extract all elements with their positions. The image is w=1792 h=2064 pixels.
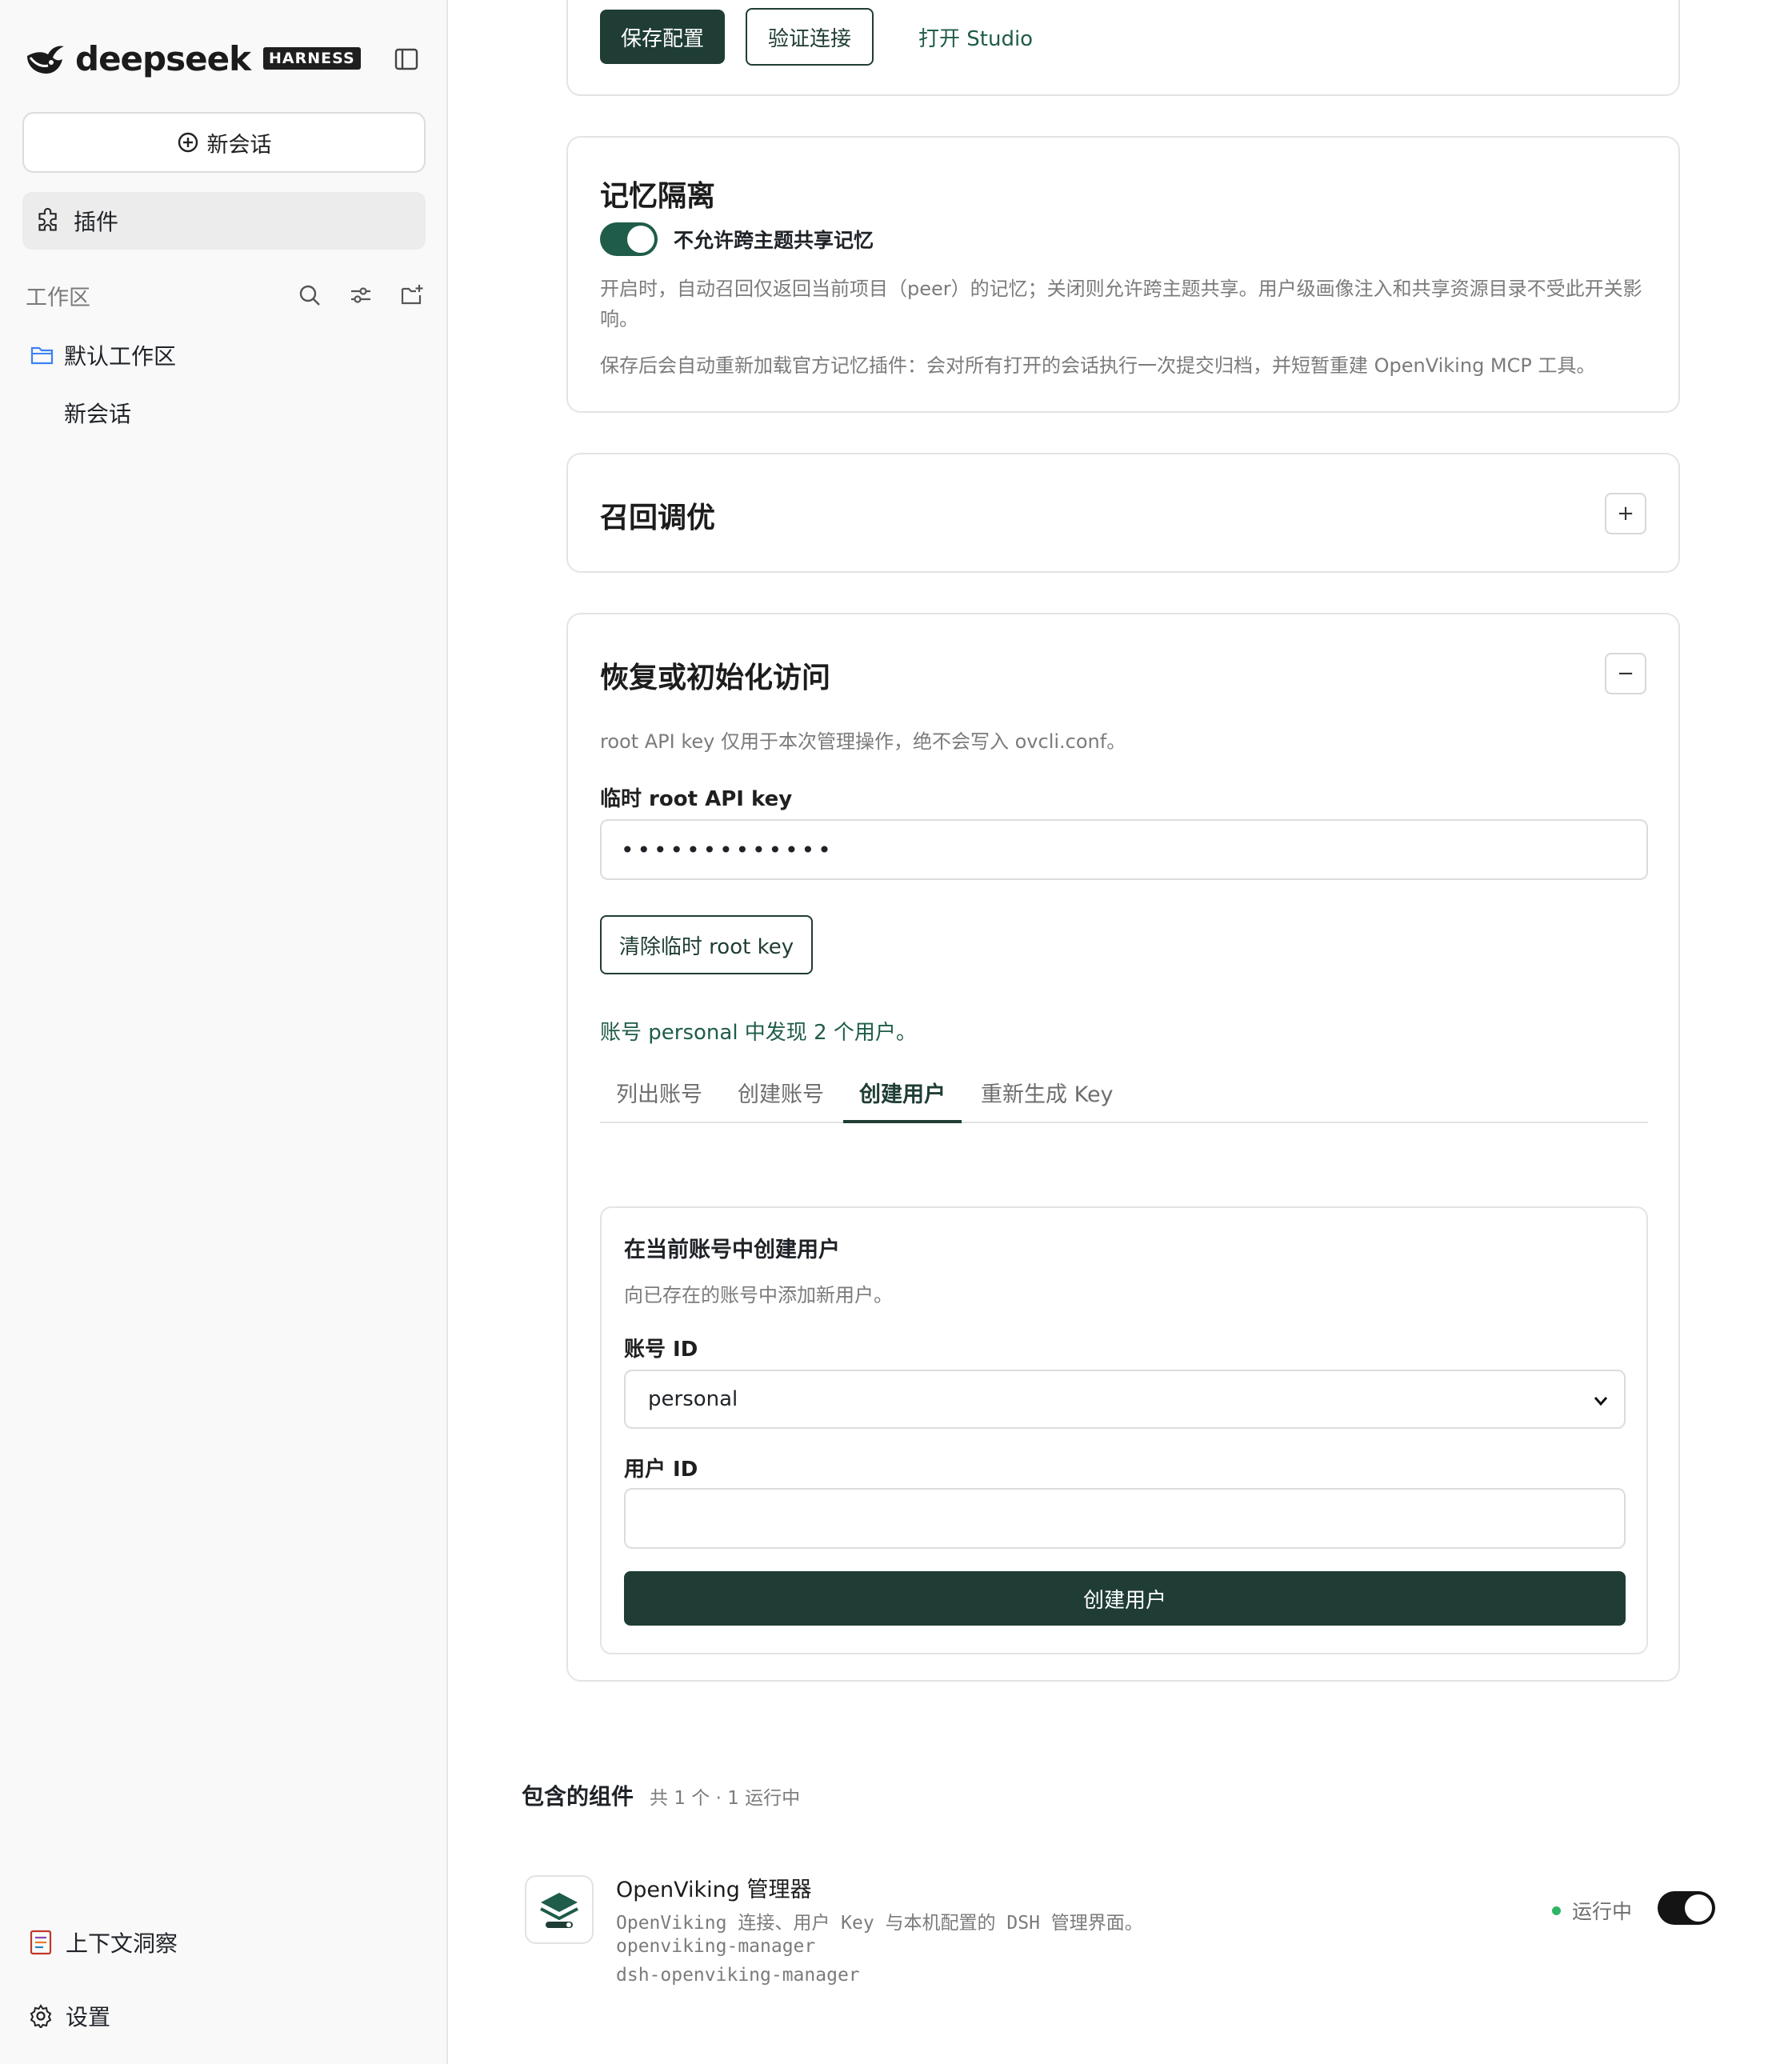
sidebar: deepseek HARNESS 新会话 插件 工作区 默认工作区 新会话 上下… [0, 0, 448, 2064]
workspace-new-folder-button[interactable] [398, 282, 426, 309]
workspace-search-button[interactable] [296, 282, 323, 309]
workspace-header: 工作区 [26, 277, 426, 314]
folder-icon [30, 346, 54, 365]
whale-logo-icon [27, 46, 64, 74]
create-user-submit-button[interactable]: 创建用户 [624, 1571, 1626, 1626]
memory-reload-note: 保存后会自动重新加载官方记忆插件：会对所有打开的会话执行一次提交归档，并短暂重建… [600, 354, 1596, 377]
components-header: 包含的组件 共 1 个 · 1 运行中 [522, 1779, 800, 1811]
component-description: OpenViking 连接、用户 Key 与本机配置的 DSH 管理界面。 [616, 1913, 1143, 1934]
memory-toggle-label: 不允许跨主题共享记忆 [674, 229, 874, 252]
root-key-label: 临时 root API key [600, 787, 793, 811]
status-dot [1552, 1906, 1561, 1915]
component-id: openviking-manager [616, 1936, 816, 1957]
workspace-title: 工作区 [26, 285, 90, 310]
memory-isolation-card: 记忆隔离 不允许跨主题共享记忆 开启时，自动召回仅返回当前项目（peer）的记忆… [566, 136, 1680, 413]
context-report-icon [30, 1930, 52, 1955]
components-summary: 共 1 个 · 1 运行中 [650, 1788, 801, 1809]
verify-connection-button[interactable]: 验证连接 [746, 8, 874, 66]
brand: deepseek HARNESS [24, 37, 361, 80]
plugins-label: 插件 [74, 209, 119, 235]
account-id-select[interactable]: personal [624, 1370, 1626, 1429]
context-label: 上下文洞察 [66, 1930, 178, 1957]
user-id-input[interactable] [624, 1488, 1626, 1549]
user-id-label: 用户 ID [624, 1458, 698, 1482]
brand-name: deepseek [75, 38, 251, 78]
settings-label: 设置 [66, 2004, 111, 2030]
tab-create-user[interactable]: 创建用户 [843, 1077, 962, 1123]
recovery-title: 恢复或初始化访问 [600, 662, 831, 694]
sidebar-item-chat[interactable]: 新会话 [64, 397, 131, 429]
save-config-button[interactable]: 保存配置 [600, 10, 725, 64]
tab-regenerate-key[interactable]: 重新生成 Key [965, 1077, 1130, 1123]
component-row: OpenViking 管理器 OpenViking 连接、用户 Key 与本机配… [522, 1872, 1722, 2008]
components-title: 包含的组件 [522, 1783, 634, 1810]
account-id-value: personal [648, 1387, 738, 1411]
folder-label: 默认工作区 [64, 343, 177, 370]
search-icon [299, 285, 320, 306]
recall-tuning-card: 召回调优 + [566, 453, 1680, 573]
memory-title: 记忆隔离 [600, 180, 716, 213]
admin-tabs: 列出账号 创建账号 创建用户 重新生成 Key [600, 1062, 1648, 1123]
sliders-icon [351, 287, 370, 303]
tab-list-accounts[interactable]: 列出账号 [600, 1077, 718, 1123]
sidebar-item-settings[interactable]: 设置 [29, 2000, 110, 2032]
form-title: 在当前账号中创建用户 [624, 1238, 840, 1262]
brand-badge: HARNESS [263, 47, 361, 70]
plus-circle-icon [178, 132, 198, 153]
chevron-down-icon [1594, 1397, 1608, 1406]
status-label: 运行中 [1572, 1900, 1633, 1923]
sidebar-item-default-workspace[interactable]: 默认工作区 [30, 339, 176, 371]
tab-create-account[interactable]: 创建账号 [722, 1077, 840, 1123]
connection-card: 保存配置 验证连接 打开 Studio [566, 0, 1680, 96]
root-key-note: root API key 仅用于本次管理操作，绝不会写入 ovcli.conf。 [600, 730, 1126, 753]
component-logo [525, 1875, 594, 1944]
recovery-collapse-button[interactable]: − [1605, 653, 1646, 694]
recall-expand-button[interactable]: + [1605, 493, 1646, 534]
clear-root-key-button[interactable]: 清除临时 root key [600, 915, 813, 974]
sidebar-toggle-icon [394, 48, 418, 70]
account-id-label: 账号 ID [624, 1338, 698, 1362]
memory-description: 开启时，自动召回仅返回当前项目（peer）的记忆；关闭则允许跨主题共享。用户级画… [600, 278, 1642, 330]
new-chat-label: 新会话 [206, 132, 272, 158]
component-status: 运行中 [1552, 1896, 1632, 1925]
memory-isolation-toggle[interactable] [600, 222, 658, 256]
recovery-access-card: 恢复或初始化访问 − root API key 仅用于本次管理操作，绝不会写入 … [566, 613, 1680, 1682]
gear-icon [30, 2004, 52, 2028]
root-key-input[interactable]: ••••••••••••• [600, 819, 1648, 880]
form-subtitle: 向已存在的账号中添加新用户。 [624, 1284, 893, 1306]
puzzle-icon [38, 207, 57, 231]
new-chat-button[interactable]: 新会话 [22, 112, 426, 173]
stack-layers-icon [540, 1893, 578, 1928]
recall-title: 召回调优 [600, 502, 716, 534]
component-plugin-id: dsh-openviking-manager [616, 1965, 860, 1986]
workspace-filter-button[interactable] [347, 282, 374, 309]
component-name: OpenViking 管理器 [616, 1878, 812, 1902]
users-found-text: 账号 personal 中发现 2 个用户。 [600, 1021, 917, 1045]
sidebar-item-context[interactable]: 上下文洞察 [29, 1926, 178, 1958]
new-folder-icon [401, 285, 423, 305]
open-studio-link[interactable]: 打开 Studio [918, 22, 1033, 52]
component-enable-toggle[interactable] [1658, 1891, 1715, 1925]
sidebar-item-plugins[interactable]: 插件 [22, 192, 426, 250]
create-user-form: 在当前账号中创建用户 向已存在的账号中添加新用户。 账号 ID personal… [600, 1206, 1648, 1654]
sidebar-toggle-button[interactable] [390, 43, 422, 75]
